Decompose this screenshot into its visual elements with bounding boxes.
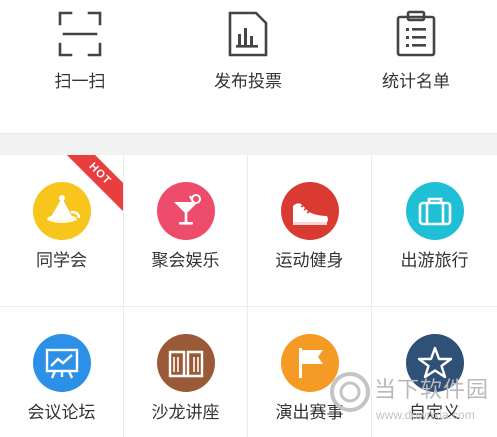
- watermark-text: 当下软件园: [374, 378, 490, 403]
- category-travel[interactable]: 出游旅行: [372, 155, 497, 307]
- category-label: 同学会: [36, 251, 87, 271]
- category-label: 沙龙讲座: [151, 403, 220, 423]
- category-party-entertainment[interactable]: 聚会娱乐: [124, 155, 248, 307]
- tool-statistics-list[interactable]: 统计名单: [336, 0, 496, 133]
- category-icon-circle: [156, 334, 215, 392]
- category-sports-fitness[interactable]: 运动健身: [248, 155, 372, 307]
- category-classmates-reunion[interactable]: 同学会 HOT: [0, 155, 124, 307]
- category-icon-circle: [280, 182, 339, 240]
- watermark-url: www.downxia.com: [376, 408, 475, 422]
- category-label: 会议论坛: [27, 403, 96, 423]
- clipboard-list-icon: [396, 10, 436, 57]
- tool-publish-vote[interactable]: 发布投票: [168, 0, 328, 133]
- category-conference-forum[interactable]: 会议论坛: [0, 307, 124, 437]
- category-label: 聚会娱乐: [151, 251, 220, 271]
- category-label: 出游旅行: [400, 251, 469, 271]
- watermark-logo-icon: [330, 372, 370, 412]
- sneaker-icon: [292, 203, 328, 225]
- cocktail-icon: [173, 194, 201, 225]
- suitcase-icon: [418, 197, 451, 226]
- open-book-icon: [168, 350, 203, 378]
- category-icon-circle: [32, 334, 91, 392]
- tools-bar: 扫一扫 发布投票 统计名单: [0, 0, 497, 133]
- section-divider: [0, 133, 497, 155]
- tool-label: 统计名单: [382, 72, 450, 92]
- category-icon-circle: [405, 182, 464, 240]
- scan-icon: [58, 11, 102, 57]
- category-label: 运动健身: [275, 251, 344, 271]
- category-icon-circle: [156, 182, 215, 240]
- presentation-board-icon: [45, 348, 78, 379]
- tool-label: 扫一扫: [54, 72, 106, 92]
- category-icon-circle: [32, 182, 91, 240]
- tool-scan[interactable]: 扫一扫: [0, 0, 160, 133]
- category-salon-lecture[interactable]: 沙龙讲座: [124, 307, 248, 437]
- party-hat-icon: [46, 195, 80, 223]
- watermark: 当下软件园 www.downxia.com: [318, 368, 497, 437]
- tool-label: 发布投票: [214, 72, 282, 92]
- vote-chart-icon: [228, 11, 268, 57]
